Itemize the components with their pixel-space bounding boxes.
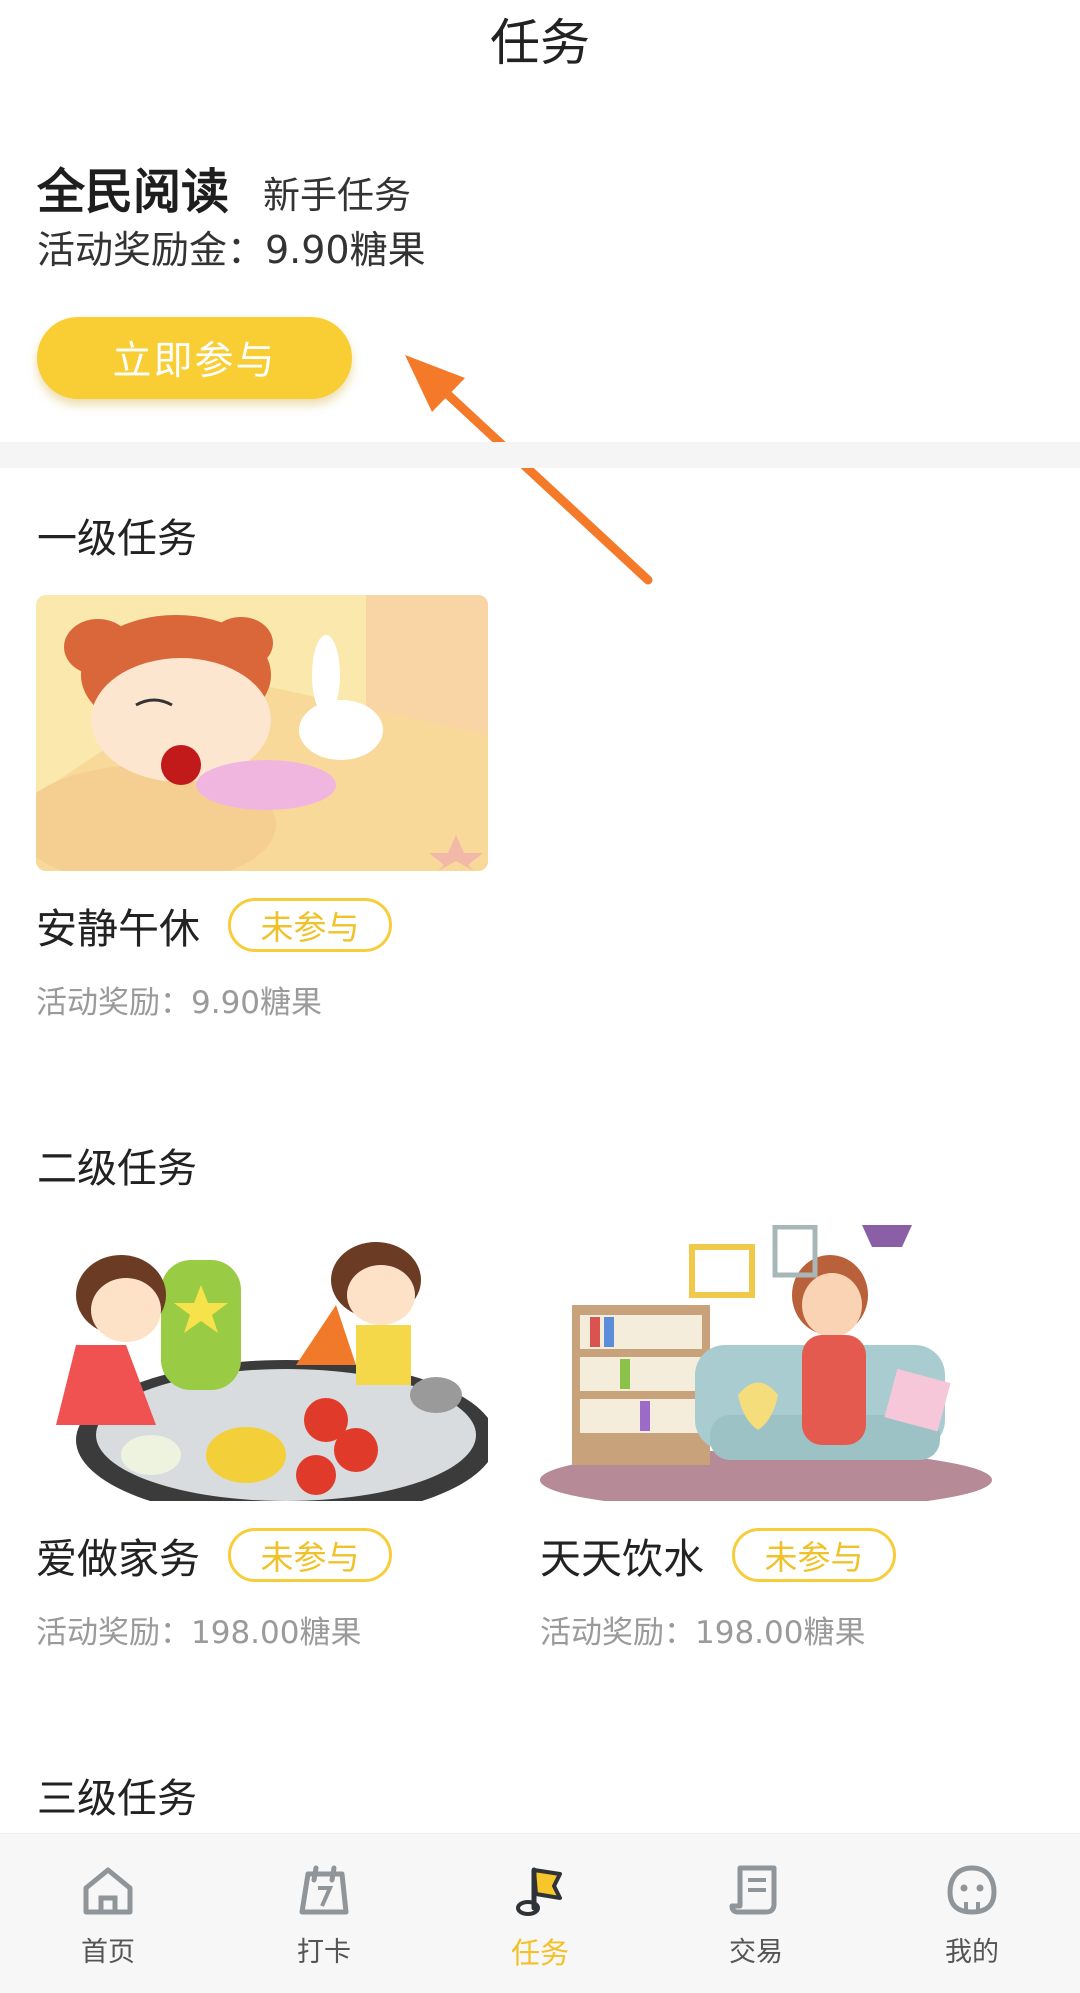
home-icon bbox=[83, 1867, 133, 1915]
tab-profile[interactable]: 我的 bbox=[864, 1834, 1080, 1993]
tab-label: 交易 bbox=[729, 1937, 783, 1968]
tab-label: 打卡 bbox=[297, 1937, 351, 1968]
task-card-quiet-nap[interactable]: 安静午休 未参与 活动奖励：9.90糖果 bbox=[36, 595, 488, 1025]
task-name-row: 爱做家务 未参与 bbox=[36, 1527, 488, 1583]
section-divider bbox=[0, 442, 1080, 468]
tab-label: 任务 bbox=[510, 1936, 569, 1970]
task-name: 爱做家务 bbox=[36, 1535, 200, 1583]
task-card-housework[interactable]: 爱做家务 未参与 活动奖励：198.00糖果 bbox=[36, 1225, 488, 1655]
promo-section: 全民阅读 新手任务 活动奖励金：9.90糖果 立即参与 bbox=[37, 160, 1043, 399]
task-illustration-housework bbox=[36, 1225, 488, 1501]
join-now-button[interactable]: 立即参与 bbox=[37, 317, 352, 399]
level-1-title: 一级任务 bbox=[37, 516, 197, 562]
level-2-title: 二级任务 bbox=[37, 1146, 197, 1192]
level-3-title: 三级任务 bbox=[37, 1776, 197, 1822]
calendar-icon bbox=[299, 1865, 349, 1915]
status-badge: 未参与 bbox=[732, 1528, 896, 1582]
tab-checkin[interactable]: 打卡 bbox=[216, 1834, 432, 1993]
page-title: 任务 bbox=[490, 14, 590, 72]
task-reward: 活动奖励：9.90糖果 bbox=[36, 985, 323, 1021]
promo-title: 全民阅读 bbox=[37, 164, 230, 220]
task-name: 天天饮水 bbox=[540, 1535, 704, 1583]
scroll-icon bbox=[729, 1865, 777, 1915]
tab-trade[interactable]: 交易 bbox=[648, 1834, 864, 1993]
promo-subtitle: 新手任务 bbox=[263, 174, 412, 217]
task-name-row: 安静午休 未参与 bbox=[36, 897, 488, 953]
status-badge: 未参与 bbox=[228, 898, 392, 952]
tab-label: 我的 bbox=[945, 1937, 999, 1968]
promo-header: 全民阅读 新手任务 bbox=[37, 160, 1043, 224]
tab-home[interactable]: 首页 bbox=[0, 1834, 216, 1993]
task-illustration-nap bbox=[36, 595, 488, 871]
tab-tasks[interactable]: 任务 bbox=[432, 1834, 648, 1993]
bottom-tab-bar: 首页 打卡 任务 交易 我的 bbox=[0, 1833, 1080, 1993]
task-reward: 活动奖励：198.00糖果 bbox=[540, 1615, 866, 1651]
tab-label: 首页 bbox=[81, 1937, 135, 1968]
profile-icon bbox=[947, 1865, 997, 1915]
task-name: 安静午休 bbox=[36, 905, 200, 953]
promo-reward: 活动奖励金：9.90糖果 bbox=[37, 228, 426, 272]
task-flag-icon bbox=[516, 1867, 562, 1916]
task-reward: 活动奖励：198.00糖果 bbox=[36, 1615, 362, 1651]
task-name-row: 天天饮水 未参与 bbox=[540, 1527, 992, 1583]
status-badge: 未参与 bbox=[228, 1528, 392, 1582]
task-illustration-water bbox=[540, 1225, 992, 1501]
task-card-drink-water[interactable]: 天天饮水 未参与 活动奖励：198.00糖果 bbox=[540, 1225, 992, 1655]
